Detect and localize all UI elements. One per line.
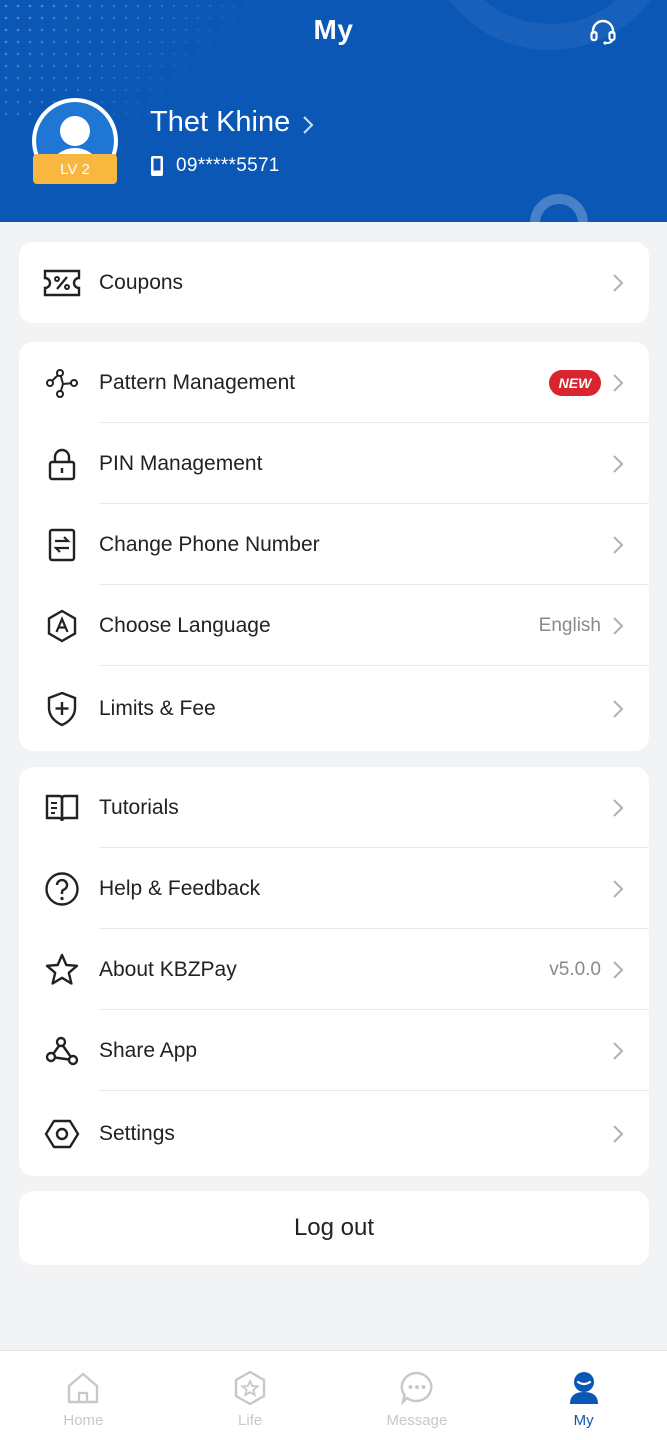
menu-item-label: Settings (99, 1121, 175, 1145)
shield-plus-icon (43, 690, 81, 728)
menu-item-limits-fee[interactable]: Limits & Fee (19, 666, 649, 751)
chevron-right-icon (611, 533, 625, 557)
menu-item-label: Choose Language (99, 613, 271, 637)
language-icon (43, 607, 81, 645)
chevron-right-icon (611, 614, 625, 638)
chevron-right-icon (611, 271, 625, 295)
nav-label: Life (238, 1412, 263, 1429)
menu-item-label: Change Phone Number (99, 532, 320, 556)
customer-support-button[interactable] (585, 14, 621, 50)
nav-label: Message (386, 1412, 448, 1429)
app-version: v5.0.0 (549, 958, 601, 980)
menu-item-about[interactable]: About KBZPay v5.0.0 (19, 929, 649, 1010)
security-settings-card: Pattern Management NEW PIN Management Ch… (19, 342, 649, 751)
selected-language: English (538, 614, 601, 636)
menu-item-label: About KBZPay (99, 957, 237, 981)
star-icon (43, 951, 81, 989)
profile-header: My LV 2 Thet Khine 09*****5571 (0, 0, 667, 222)
nav-label: My (573, 1412, 594, 1429)
menu-item-label: Coupons (99, 270, 184, 294)
help-icon (43, 870, 81, 908)
chevron-right-icon (611, 958, 625, 982)
chevron-right-icon (611, 877, 625, 901)
general-card: Tutorials Help & Feedback About KBZPay v… (19, 767, 649, 1176)
lock-icon (43, 445, 81, 483)
menu-item-label: Tutorials (99, 795, 179, 819)
menu-item-settings[interactable]: Settings (19, 1091, 649, 1176)
chevron-right-icon (611, 1122, 625, 1146)
headset-icon (590, 19, 616, 45)
menu-item-coupons[interactable]: Coupons (19, 242, 649, 323)
menu-item-label: Share App (99, 1038, 198, 1062)
pattern-icon (43, 364, 81, 402)
user-profile-icon (565, 1369, 603, 1407)
chevron-right-icon (611, 796, 625, 820)
logout-button[interactable]: Log out (19, 1191, 649, 1265)
settings-hexagon-icon (43, 1115, 81, 1153)
home-icon (64, 1369, 102, 1407)
chevron-right-icon (611, 1039, 625, 1063)
message-bubble-icon (398, 1369, 436, 1407)
chevron-right-icon (611, 371, 625, 395)
chevron-right-icon (303, 115, 314, 134)
menu-item-label: Pattern Management (99, 370, 296, 394)
mobile-phone-icon (151, 156, 163, 176)
nav-tab-my[interactable]: My (500, 1351, 667, 1440)
menu-item-label: PIN Management (99, 451, 263, 475)
menu-item-help-feedback[interactable]: Help & Feedback (19, 848, 649, 929)
nav-tab-home[interactable]: Home (0, 1351, 167, 1440)
header-decoration (530, 194, 588, 222)
book-icon (43, 789, 81, 827)
menu-item-label: Limits & Fee (99, 696, 216, 720)
user-profile-link[interactable]: Thet Khine (150, 106, 314, 139)
level-badge: LV 2 (33, 154, 117, 184)
chevron-right-icon (611, 697, 625, 721)
user-name: Thet Khine (150, 106, 291, 138)
phone-number-row: 09*****5571 (150, 155, 280, 177)
phone-number: 09*****5571 (176, 155, 280, 176)
menu-item-label: Help & Feedback (99, 876, 261, 900)
menu-item-choose-language[interactable]: Choose Language English (19, 585, 649, 666)
user-avatar-area[interactable]: LV 2 (32, 98, 118, 188)
menu-item-pattern-management[interactable]: Pattern Management NEW (19, 342, 649, 423)
nav-label: Home (63, 1412, 104, 1429)
new-badge: NEW (549, 369, 601, 396)
menu-item-tutorials[interactable]: Tutorials (19, 767, 649, 848)
life-badge-icon (231, 1369, 269, 1407)
page-title: My (313, 14, 354, 45)
bottom-navigation: Home Life Message My (0, 1350, 667, 1440)
chevron-right-icon (611, 452, 625, 476)
swap-icon (43, 526, 81, 564)
nav-tab-life[interactable]: Life (167, 1351, 334, 1440)
coupons-card: Coupons (19, 242, 649, 323)
menu-item-change-phone-number[interactable]: Change Phone Number (19, 504, 649, 585)
menu-item-pin-management[interactable]: PIN Management (19, 423, 649, 504)
nav-tab-message[interactable]: Message (334, 1351, 501, 1440)
coupon-icon (43, 264, 81, 302)
menu-item-share-app[interactable]: Share App (19, 1010, 649, 1091)
share-icon (43, 1032, 81, 1070)
